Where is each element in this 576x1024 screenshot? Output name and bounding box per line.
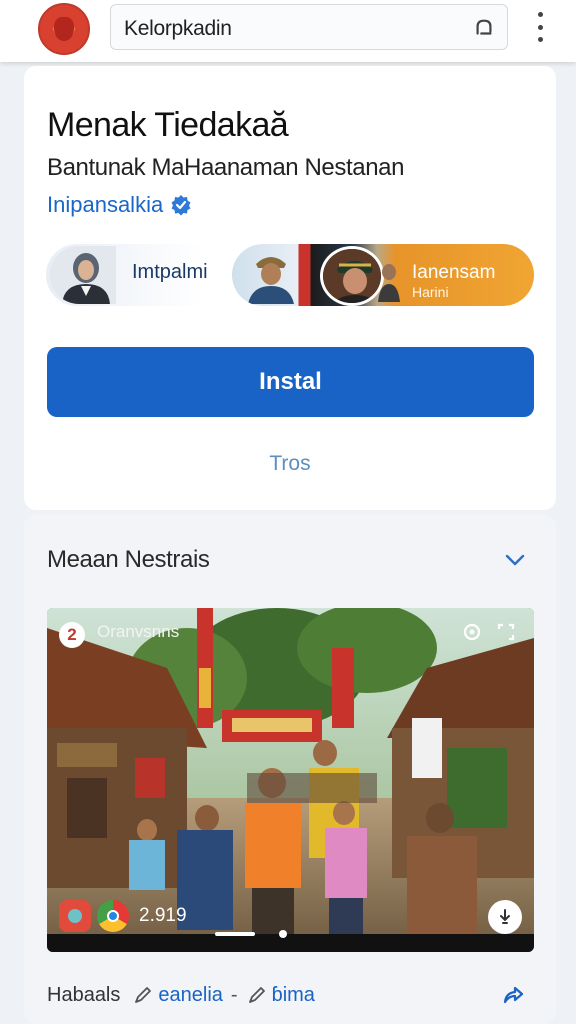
pin-icon	[500, 909, 510, 924]
camera-app-icon[interactable]	[59, 900, 91, 932]
top-app-bar: Kelorpkadin	[0, 0, 576, 62]
search-input[interactable]: Kelorpkadin	[110, 4, 508, 50]
footer-item-2-label: eanelia	[158, 983, 223, 1006]
footer-item-3[interactable]: ɓima	[246, 984, 315, 1007]
media-caption: Oranvsnns	[97, 622, 180, 641]
menu-dot	[537, 37, 543, 42]
menu-dot	[537, 12, 543, 17]
search-value: Kelorpkadin	[124, 17, 232, 40]
media-view-count: 2.919	[139, 905, 187, 926]
app-subtitle: Bantunak MaHaanaman Nestanan	[47, 154, 405, 181]
media-section: Meaan Nestrais 2 Oranvsnns 2.919 Habaals…	[24, 514, 556, 1024]
chip-2-sublabel: Harini	[412, 284, 449, 300]
chevron-down-icon[interactable]	[504, 552, 526, 568]
developer-name: Inipansalkia	[47, 192, 164, 217]
install-button[interactable]: Instal	[47, 347, 534, 417]
media-bottom-left: 2.919	[59, 900, 187, 932]
menu-dot	[537, 24, 543, 30]
more-vert-icon[interactable]	[530, 12, 550, 42]
chip-1-label: Imtpalmi	[132, 261, 208, 283]
person-thumbnail	[320, 246, 384, 306]
emblem-logo-icon[interactable]	[38, 3, 90, 55]
fullscreen-icon[interactable]	[496, 622, 516, 642]
settings-icon[interactable]	[462, 622, 482, 642]
media-top-controls	[462, 622, 516, 642]
more-link[interactable]: Tros	[24, 452, 556, 476]
footer-item-3-label: ɓima	[271, 983, 315, 1006]
avatar	[50, 246, 116, 304]
chrome-icon[interactable]	[97, 900, 129, 932]
app-title: Menak Tiedakaă	[47, 106, 289, 144]
feature-chip-2[interactable]: Ianensam Harini	[232, 244, 534, 306]
section-title: Meaan Nestrais	[47, 546, 210, 573]
pager-dot[interactable]	[279, 930, 287, 938]
verified-badge-icon	[171, 195, 191, 216]
edit-icon	[248, 987, 265, 1003]
search-icon[interactable]	[473, 17, 495, 39]
pager-active-indicator[interactable]	[215, 932, 255, 936]
share-icon[interactable]	[500, 982, 526, 1008]
person-thumbnail	[248, 257, 294, 304]
media-pager	[215, 930, 287, 938]
edit-icon	[135, 987, 152, 1003]
developer-link[interactable]: Inipansalkia	[47, 192, 193, 218]
footer-separator: -	[230, 983, 238, 1006]
emblem-shield	[54, 17, 74, 41]
feature-chip-row: Imtpalmi Ianensam Harini	[46, 244, 536, 306]
person-thumbnail	[378, 264, 400, 302]
footer-item-1[interactable]: Habaals	[47, 984, 120, 1007]
media-index-badge: 2	[59, 622, 85, 648]
media-action-button[interactable]	[488, 900, 522, 934]
footer-item-2[interactable]: eanelia	[132, 984, 223, 1007]
feature-chip-1[interactable]: Imtpalmi	[46, 244, 222, 306]
chip-2-label: Ianensam	[412, 262, 496, 283]
media-footer: Habaals eanelia - ɓima	[47, 980, 534, 1010]
media-preview[interactable]: 2 Oranvsnns 2.919	[47, 608, 534, 952]
app-card: Menak Tiedakaă Bantunak MaHaanaman Nesta…	[24, 66, 556, 510]
